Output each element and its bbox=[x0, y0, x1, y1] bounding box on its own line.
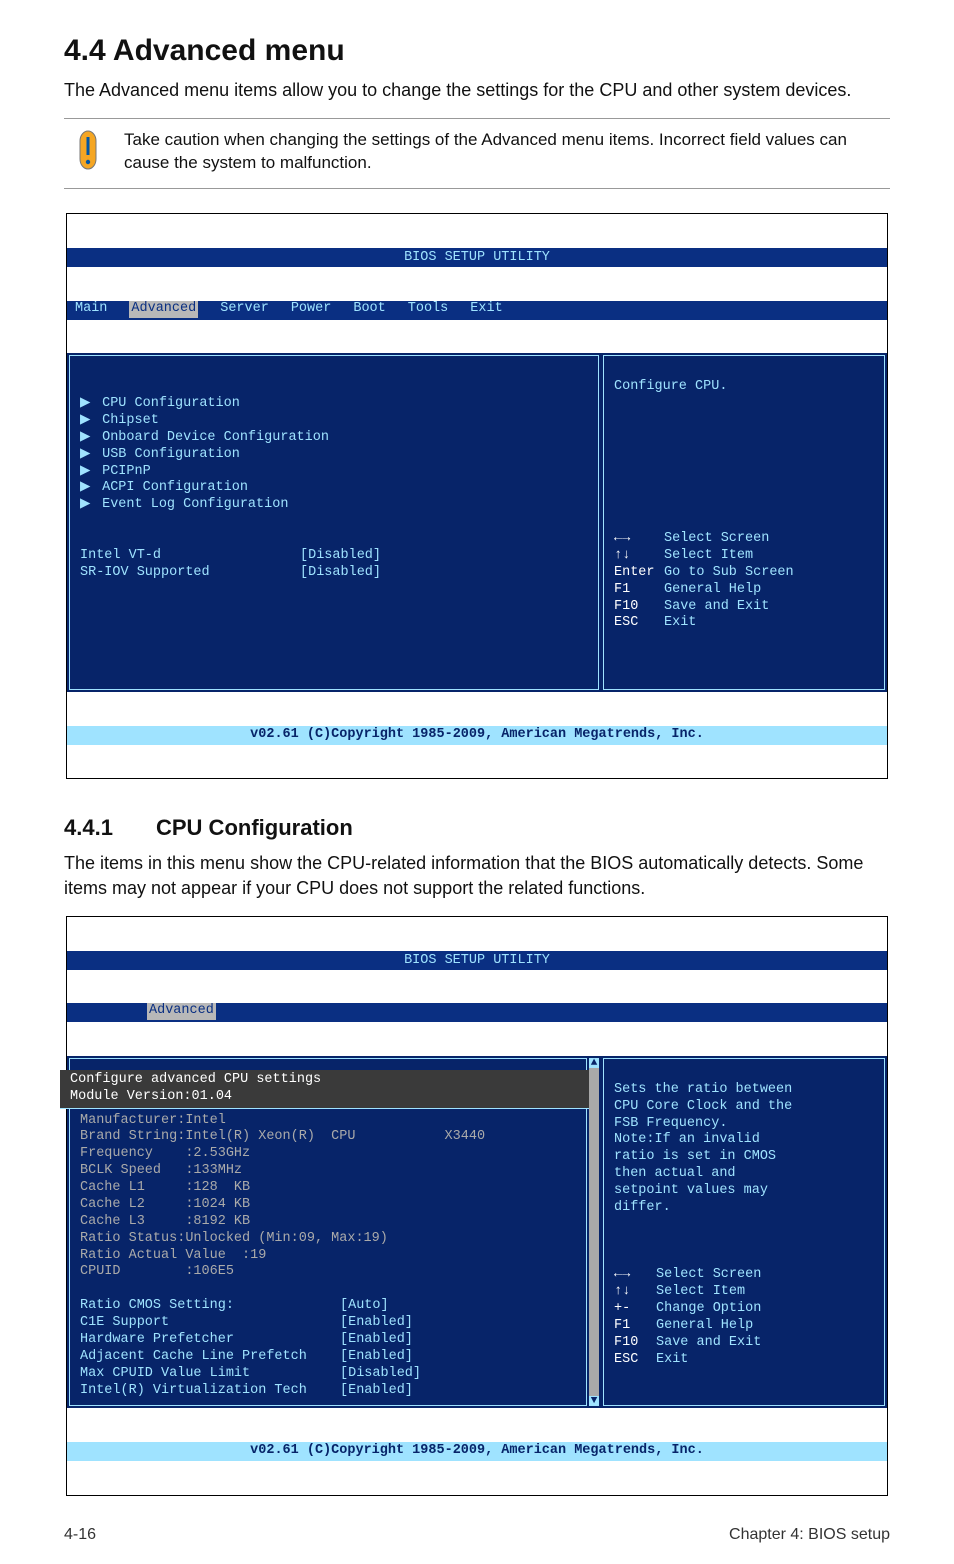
scroll-down-icon[interactable]: ▼ bbox=[589, 1396, 599, 1406]
page-footer: 4-16 Chapter 4: BIOS setup bbox=[64, 1526, 890, 1544]
menu-pcipnp[interactable]: ▶ PCIPnP bbox=[80, 464, 151, 479]
cpu-settings-header: Configure advanced CPU settings Module V… bbox=[60, 1070, 596, 1109]
nav2-select-screen: ←→Select Screen bbox=[614, 1267, 761, 1282]
caution-text: Take caution when changing the settings … bbox=[124, 129, 886, 175]
nav-f1: F1General Help bbox=[614, 582, 761, 597]
menu-acpi-config[interactable]: ▶ ACPI Configuration bbox=[80, 480, 248, 495]
menu-event-log[interactable]: ▶ Event Log Configuration bbox=[80, 497, 288, 512]
tab-server[interactable]: Server bbox=[220, 301, 269, 318]
menu-cpu-config[interactable]: ▶ CPU Configuration bbox=[80, 396, 240, 411]
bios-left-panel: ▶ CPU Configuration ▶ Chipset ▶ Onboard … bbox=[69, 355, 599, 690]
menu-chipset[interactable]: ▶ Chipset bbox=[80, 413, 159, 428]
setting-ratio-cmos[interactable]: Ratio CMOS Setting:[Auto] bbox=[80, 1298, 389, 1313]
scroll-up-icon[interactable]: ▲ bbox=[589, 1058, 599, 1068]
help-line: Note:If an invalid bbox=[614, 1132, 760, 1147]
info-line: Cache L3 :8192 KB bbox=[80, 1214, 250, 1229]
nav-select-screen: ←→Select Screen bbox=[614, 531, 769, 546]
subsection-intro: The items in this menu show the CPU-rela… bbox=[64, 851, 890, 900]
tab-tools[interactable]: Tools bbox=[408, 301, 449, 318]
help-line: ratio is set in CMOS bbox=[614, 1149, 776, 1164]
nav2-f1: F1General Help bbox=[614, 1318, 753, 1333]
nav2-esc: ESCExit bbox=[614, 1352, 688, 1367]
help-line: differ. bbox=[614, 1200, 671, 1215]
setting-vt[interactable]: Intel(R) Virtualization Tech[Enabled] bbox=[80, 1383, 413, 1398]
help-text: Configure CPU. bbox=[614, 379, 727, 394]
nav-enter: EnterGo to Sub Screen bbox=[614, 565, 794, 580]
section-heading: 4.4 Advanced menu bbox=[64, 34, 890, 68]
info-line: Cache L1 :128 KB bbox=[80, 1180, 250, 1195]
nav-f10: F10Save and Exit bbox=[614, 599, 769, 614]
menu-onboard-dev[interactable]: ▶ Onboard Device Configuration bbox=[80, 430, 329, 445]
bios2-title: BIOS SETUP UTILITY bbox=[67, 951, 887, 970]
page-number: 4-16 bbox=[64, 1526, 96, 1544]
setting-adj-cache[interactable]: Adjacent Cache Line Prefetch[Enabled] bbox=[80, 1349, 413, 1364]
chapter-label: Chapter 4: BIOS setup bbox=[729, 1526, 890, 1544]
bios2-footer: v02.61 (C)Copyright 1985-2009, American … bbox=[67, 1442, 887, 1461]
nav-select-item: ↑↓Select Item bbox=[614, 548, 753, 563]
intro-text: The Advanced menu items allow you to cha… bbox=[64, 78, 890, 102]
tab-power[interactable]: Power bbox=[291, 301, 332, 318]
setting-intel-vtd[interactable]: Intel VT-d[Disabled] bbox=[80, 548, 381, 563]
caution-icon bbox=[64, 129, 112, 178]
nav2-select-item: ↑↓Select Item bbox=[614, 1284, 745, 1299]
bios2-left-panel: Configure advanced CPU settings Module V… bbox=[69, 1058, 587, 1407]
setting-hw-prefetch[interactable]: Hardware Prefetcher[Enabled] bbox=[80, 1332, 413, 1347]
bios-title: BIOS SETUP UTILITY bbox=[67, 248, 887, 267]
setting-sriov[interactable]: SR-IOV Supported[Disabled] bbox=[80, 565, 381, 580]
info-line: Brand String:Intel(R) Xeon(R) CPU X3440 bbox=[80, 1129, 485, 1144]
bios-tabs: Main Advanced Server Power Boot Tools Ex… bbox=[67, 301, 887, 320]
info-line: Ratio Status:Unlocked (Min:09, Max:19) bbox=[80, 1231, 388, 1246]
nav2-change: +-Change Option bbox=[614, 1301, 761, 1316]
bios-advanced-menu: BIOS SETUP UTILITY Main Advanced Server … bbox=[66, 213, 888, 779]
info-line: Cache L2 :1024 KB bbox=[80, 1197, 250, 1212]
bios-cpu-config: BIOS SETUP UTILITY Advanced Configure ad… bbox=[66, 916, 888, 1496]
tab-main[interactable]: Main bbox=[75, 301, 107, 318]
bios-scrollbar[interactable]: ▲ ▼ bbox=[589, 1058, 599, 1407]
help-line: setpoint values may bbox=[614, 1183, 768, 1198]
tab-exit[interactable]: Exit bbox=[470, 301, 502, 318]
tab-advanced-2[interactable]: Advanced bbox=[147, 1003, 216, 1020]
help-line: then actual and bbox=[614, 1166, 736, 1181]
subsection-heading: 4.4.1CPU Configuration bbox=[64, 815, 890, 841]
bios-footer: v02.61 (C)Copyright 1985-2009, American … bbox=[67, 726, 887, 745]
info-line: BCLK Speed :133MHz bbox=[80, 1163, 242, 1178]
info-line: Ratio Actual Value :19 bbox=[80, 1248, 266, 1263]
info-line: Manufacturer:Intel bbox=[80, 1113, 226, 1128]
tab-advanced[interactable]: Advanced bbox=[129, 301, 198, 318]
info-line: Frequency :2.53GHz bbox=[80, 1146, 250, 1161]
bios2-tabs: Advanced bbox=[67, 1003, 887, 1022]
menu-usb-config[interactable]: ▶ USB Configuration bbox=[80, 447, 240, 462]
caution-callout: Take caution when changing the settings … bbox=[64, 118, 890, 189]
nav2-f10: F10Save and Exit bbox=[614, 1335, 761, 1350]
info-line: CPUID :106E5 bbox=[80, 1264, 234, 1279]
bios-help-panel: Configure CPU. ←→Select Screen ↑↓Select … bbox=[603, 355, 885, 690]
setting-c1e[interactable]: C1E Support[Enabled] bbox=[80, 1315, 413, 1330]
bios2-help-panel: Sets the ratio between CPU Core Clock an… bbox=[603, 1058, 885, 1407]
tab-boot[interactable]: Boot bbox=[353, 301, 385, 318]
nav-esc: ESCExit bbox=[614, 615, 696, 630]
setting-max-cpuid[interactable]: Max CPUID Value Limit[Disabled] bbox=[80, 1366, 421, 1381]
